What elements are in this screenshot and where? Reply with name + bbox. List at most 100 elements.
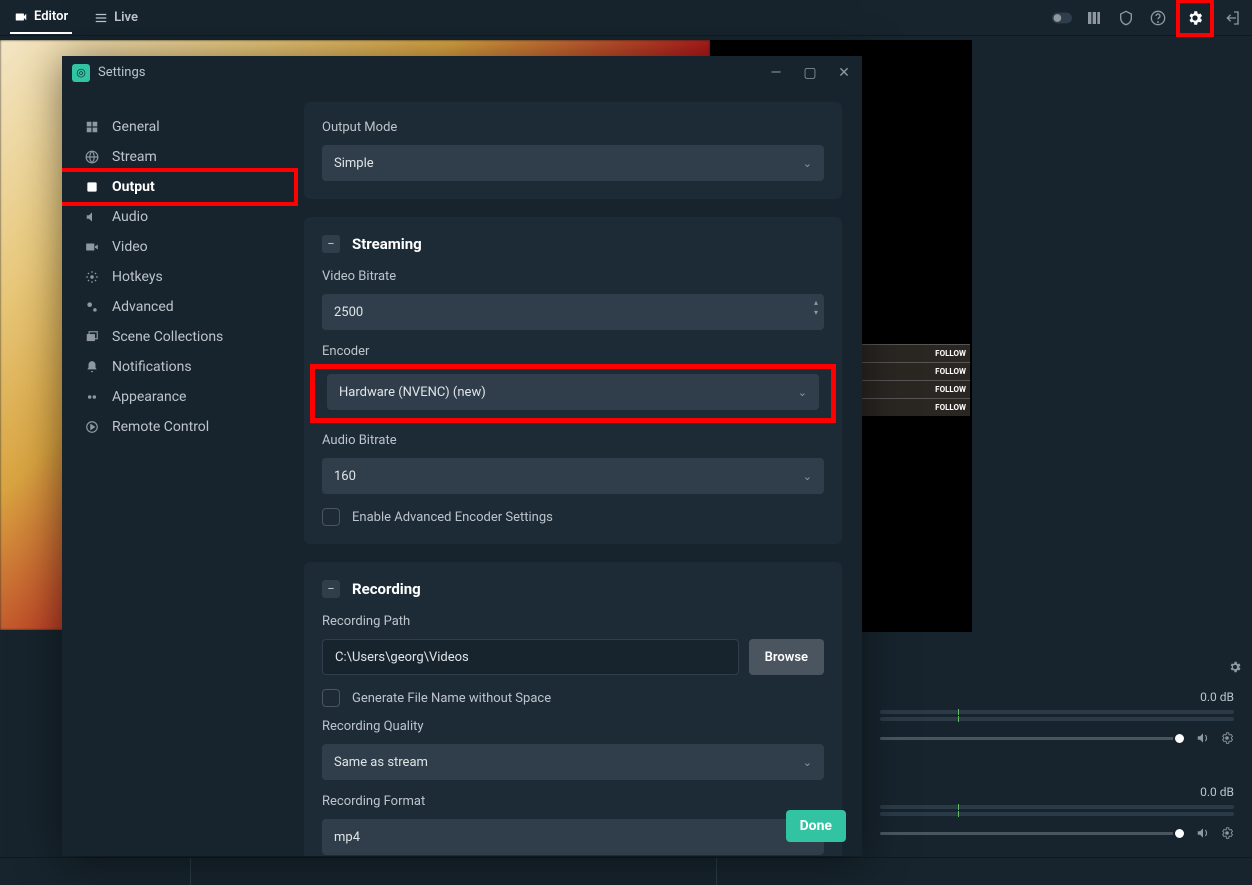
audio-meter [880,710,1234,714]
chevron-down-icon: ⌄ [798,386,807,399]
live-icon [94,11,108,25]
collapse-icon[interactable]: − [322,580,340,598]
recording-path-input[interactable]: C:\Users\georg\Videos [322,639,739,675]
channel-gear-icon[interactable] [1220,731,1234,745]
encoder-select[interactable]: Hardware (NVENC) (new)⌄ [327,374,819,410]
encoder-label: Encoder [322,344,824,359]
recording-title: Recording [352,580,421,598]
nav-video[interactable]: Video [62,232,298,262]
video-icon [84,239,100,255]
gen-filename-checkbox[interactable] [322,689,340,707]
camera-icon [14,10,28,24]
logout-icon[interactable] [1222,8,1242,28]
output-mode-label: Output Mode [322,120,824,135]
advanced-encoder-label: Enable Advanced Encoder Settings [352,510,553,525]
nav-appearance[interactable]: Appearance [62,382,298,412]
audio-bitrate-field: Audio Bitrate 160⌄ [322,433,824,494]
output-icon [84,179,100,195]
mixer-gear-icon[interactable] [1228,660,1242,674]
recording-card: − Recording Recording Path C:\Users\geor… [304,562,842,856]
audio-meter [880,805,1234,809]
spin-up-icon[interactable]: ▴ [814,298,818,308]
volume-slider[interactable] [880,737,1186,740]
audio-icon [84,209,100,225]
modal-titlebar: ◎ Settings — ▢ ✕ [62,56,862,90]
remote-icon [84,419,100,435]
nav-general[interactable]: General [62,112,298,142]
alert-list: FOLLOW FOLLOW FOLLOW FOLLOW [862,344,970,416]
streaming-card: − Streaming Video Bitrate 2500▴▾ Encoder… [304,217,842,544]
tab-live-label: Live [114,10,138,25]
advanced-encoder-row: Enable Advanced Encoder Settings [322,508,824,526]
tab-live[interactable]: Live [90,2,142,33]
recording-path-field: Recording Path C:\Users\georg\Videos Bro… [322,614,824,675]
advanced-encoder-checkbox[interactable] [322,508,340,526]
tab-editor[interactable]: Editor [10,1,72,34]
recording-quality-select[interactable]: Same as stream⌄ [322,744,824,780]
top-icons [1052,3,1242,33]
db-value: 0.0 dB [862,785,1252,799]
done-button[interactable]: Done [786,810,846,842]
audio-bitrate-select[interactable]: 160⌄ [322,458,824,494]
audio-meter [880,812,1234,816]
gen-filename-row: Generate File Name without Space [322,689,824,707]
recording-format-field: Recording Format mp4⌄ [322,794,824,855]
settings-content: Output Mode Simple⌄ − Streaming Video Bi… [298,90,862,856]
video-bitrate-label: Video Bitrate [322,269,824,284]
alert-row: FOLLOW [862,362,970,380]
status-bar [0,857,1252,885]
volume-slider[interactable] [880,832,1186,835]
done-bar: Done [786,810,846,842]
recording-quality-field: Recording Quality Same as stream⌄ [322,719,824,780]
speaker-icon[interactable] [1196,826,1210,840]
app-logo-icon: ◎ [72,64,90,82]
nav-scene-collections[interactable]: Scene Collections [62,322,298,352]
window-controls: — ▢ ✕ [768,65,852,81]
recording-format-select[interactable]: mp4⌄ [322,819,824,855]
settings-gear-icon[interactable] [1185,8,1205,28]
audio-mixer: 0.0 dB 0.0 dB [862,650,1252,880]
chevron-down-icon: ⌄ [803,756,812,769]
output-mode-select[interactable]: Simple⌄ [322,145,824,181]
appearance-icon [84,389,100,405]
globe-icon [84,149,100,165]
grid-icon [84,119,100,135]
maximize-icon[interactable]: ▢ [802,65,818,81]
help-icon[interactable] [1148,8,1168,28]
volume-slider-row [880,826,1234,840]
channel-gear-icon[interactable] [1220,826,1234,840]
encoder-highlight: Hardware (NVENC) (new)⌄ [310,364,836,423]
layout-icon[interactable] [1084,8,1104,28]
nav-notifications[interactable]: Notifications [62,352,298,382]
mixer-channel-2: 0.0 dB [862,785,1252,840]
minimize-icon[interactable]: — [768,65,784,81]
video-bitrate-input[interactable]: 2500▴▾ [322,294,824,330]
speaker-icon[interactable] [1196,731,1210,745]
audio-meter [880,717,1234,721]
chevron-down-icon: ⌄ [803,157,812,170]
cogs-icon [84,299,100,315]
video-bitrate-field: Video Bitrate 2500▴▾ [322,269,824,330]
shield-icon[interactable] [1116,8,1136,28]
theme-toggle-icon[interactable] [1052,8,1072,28]
scenes-icon [84,329,100,345]
top-bar: Editor Live [0,0,1252,36]
settings-modal: ◎ Settings — ▢ ✕ General Stream Output A… [62,56,862,856]
nav-audio[interactable]: Audio [62,202,298,232]
nav-advanced[interactable]: Advanced [62,292,298,322]
tab-editor-label: Editor [34,9,68,24]
close-icon[interactable]: ✕ [836,65,852,81]
gear-icon [84,269,100,285]
spin-down-icon[interactable]: ▾ [814,308,818,318]
alert-row: FOLLOW [862,344,970,362]
settings-gear-highlight [1176,0,1214,37]
nav-remote-control[interactable]: Remote Control [62,412,298,442]
volume-slider-row [880,731,1234,745]
settings-sidebar: General Stream Output Audio Video Hotkey… [62,90,298,856]
nav-hotkeys[interactable]: Hotkeys [62,262,298,292]
browse-button[interactable]: Browse [749,639,824,675]
nav-output[interactable]: Output [62,172,294,202]
output-mode-card: Output Mode Simple⌄ [304,102,842,199]
collapse-icon[interactable]: − [322,235,340,253]
alert-row: FOLLOW [862,398,970,416]
